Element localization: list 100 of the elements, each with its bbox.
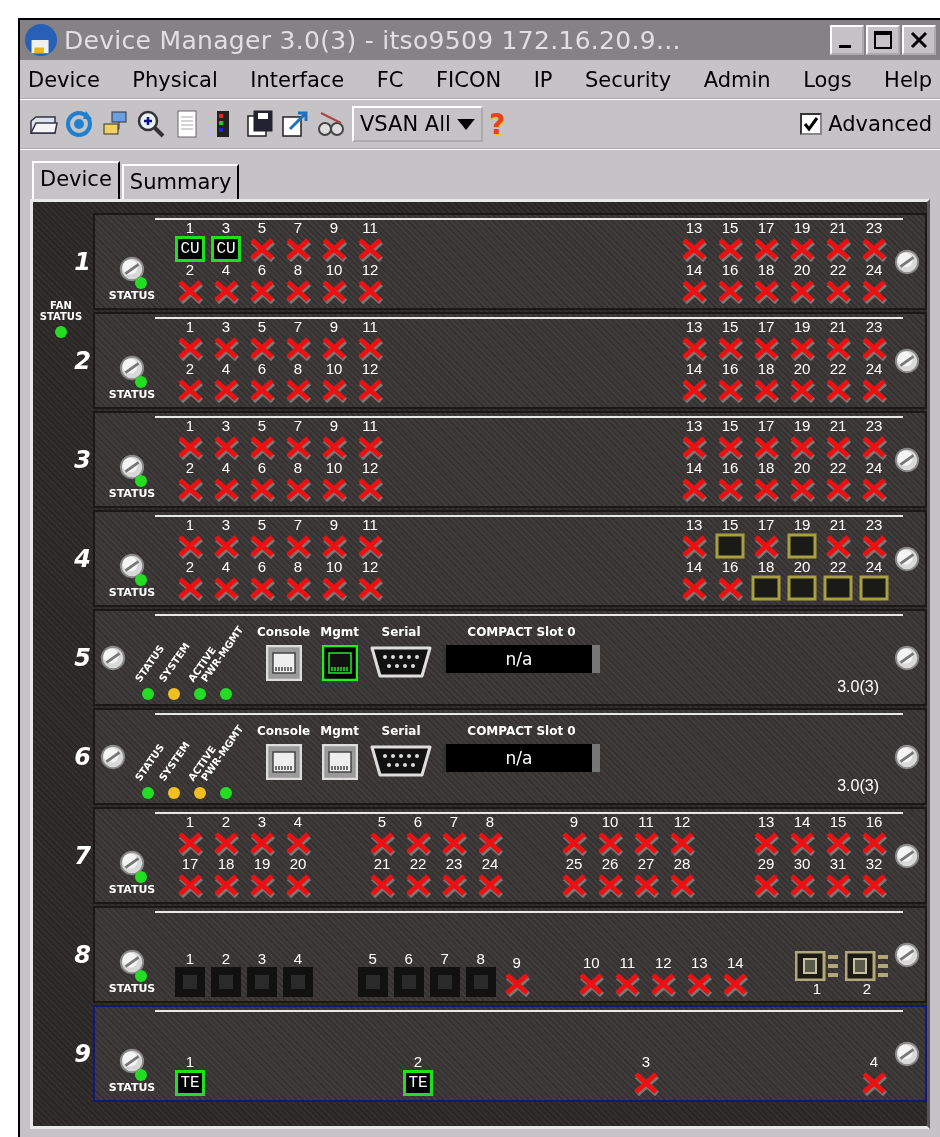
- port-down-x-icon[interactable]: [356, 434, 384, 460]
- port-down-x-icon[interactable]: [632, 872, 660, 898]
- menu-item[interactable]: Physical: [132, 68, 218, 92]
- port-down-x-icon[interactable]: [716, 278, 744, 304]
- port-down-x-icon[interactable]: [680, 377, 708, 403]
- port-down-x-icon[interactable]: [404, 872, 432, 898]
- port-down-x-icon[interactable]: [788, 278, 816, 304]
- port-down-x-icon[interactable]: [356, 335, 384, 361]
- port-down-x-icon[interactable]: [212, 278, 240, 304]
- port-down-x-icon[interactable]: [284, 278, 312, 304]
- port-down-x-icon[interactable]: [752, 476, 780, 502]
- port-down-x-icon[interactable]: [860, 476, 888, 502]
- port-down-x-icon[interactable]: [320, 377, 348, 403]
- maximize-button[interactable]: [866, 25, 900, 55]
- port-down-x-icon[interactable]: [824, 278, 852, 304]
- port-down-x-icon[interactable]: [632, 1070, 660, 1096]
- port-down-x-icon[interactable]: [788, 872, 816, 898]
- compact-flash-slot[interactable]: n/a: [443, 744, 600, 772]
- port-down-x-icon[interactable]: [680, 533, 708, 559]
- advanced-checkbox[interactable]: [800, 113, 823, 135]
- port-down-x-icon[interactable]: [212, 533, 240, 559]
- port-status-badge[interactable]: TE: [403, 1070, 433, 1096]
- port-down-x-icon[interactable]: [176, 575, 204, 601]
- port-down-x-icon[interactable]: [176, 476, 204, 502]
- port-down-x-icon[interactable]: [248, 377, 276, 403]
- port-down-x-icon[interactable]: [284, 236, 312, 262]
- port-down-x-icon[interactable]: [560, 830, 588, 856]
- tab[interactable]: Device: [32, 161, 120, 199]
- minimize-button[interactable]: [830, 25, 864, 55]
- port-down-x-icon[interactable]: [320, 278, 348, 304]
- port-down-x-icon[interactable]: [320, 575, 348, 601]
- vsan-dropdown[interactable]: VSAN All: [352, 106, 483, 142]
- module-card[interactable]: STATUS 1 TE 2 TE 3 4: [93, 1005, 927, 1102]
- port-down-x-icon[interactable]: [577, 971, 606, 997]
- port-down-x-icon[interactable]: [176, 434, 204, 460]
- port-down-x-icon[interactable]: [824, 377, 852, 403]
- port-down-x-icon[interactable]: [788, 434, 816, 460]
- port-down-x-icon[interactable]: [860, 1070, 888, 1096]
- port-down-x-icon[interactable]: [680, 434, 708, 460]
- port-down-x-icon[interactable]: [356, 476, 384, 502]
- port-down-x-icon[interactable]: [788, 335, 816, 361]
- menu-item[interactable]: IP: [533, 68, 553, 92]
- port-down-x-icon[interactable]: [176, 830, 204, 856]
- port-down-x-icon[interactable]: [476, 872, 504, 898]
- port-down-x-icon[interactable]: [368, 872, 396, 898]
- ethernet-port-icon[interactable]: [265, 645, 302, 681]
- empty-port-icon[interactable]: [859, 575, 889, 601]
- port-down-x-icon[interactable]: [404, 830, 432, 856]
- port-status-badge[interactable]: CU: [211, 236, 241, 262]
- port-down-x-icon[interactable]: [752, 872, 780, 898]
- port-down-x-icon[interactable]: [212, 434, 240, 460]
- port-down-x-icon[interactable]: [368, 830, 396, 856]
- port-down-x-icon[interactable]: [356, 533, 384, 559]
- glasses-icon[interactable]: [316, 109, 346, 139]
- port-down-x-icon[interactable]: [824, 434, 852, 460]
- module-card[interactable]: STATUS 1 2 3 4 5 6 7 8 9 10 11 12 13 14 1 2: [93, 906, 927, 1003]
- port-down-x-icon[interactable]: [788, 236, 816, 262]
- port-down-x-icon[interactable]: [716, 236, 744, 262]
- port-down-x-icon[interactable]: [788, 377, 816, 403]
- port-down-x-icon[interactable]: [212, 377, 240, 403]
- port-down-x-icon[interactable]: [668, 872, 696, 898]
- port-down-x-icon[interactable]: [680, 575, 708, 601]
- port-down-x-icon[interactable]: [596, 872, 624, 898]
- empty-port-icon[interactable]: [751, 575, 781, 601]
- port-down-x-icon[interactable]: [721, 971, 750, 997]
- port-down-x-icon[interactable]: [440, 830, 468, 856]
- port-down-x-icon[interactable]: [680, 236, 708, 262]
- port-down-x-icon[interactable]: [752, 533, 780, 559]
- save-icon[interactable]: [244, 109, 274, 139]
- menu-item[interactable]: Interface: [250, 68, 345, 92]
- port-down-x-icon[interactable]: [284, 434, 312, 460]
- module-card[interactable]: STATUS 1 3 5 7 9 11 2 4 6 8 10 12 13 15 17 19 21 23 14 16 18 20 22 24: [93, 312, 927, 409]
- port-down-x-icon[interactable]: [284, 872, 312, 898]
- port-down-x-icon[interactable]: [860, 236, 888, 262]
- port-down-x-icon[interactable]: [284, 533, 312, 559]
- empty-port-icon[interactable]: [715, 533, 745, 559]
- module-card[interactable]: STATUS 1 2 3 4 17 18 19 20 5 6 7 8 21 22 23 24 9 10 11 12 25 26 27 28 13 14 15 16 29 30 31 32: [93, 807, 927, 904]
- empty-port-icon[interactable]: [823, 575, 853, 601]
- port-down-x-icon[interactable]: [440, 872, 468, 898]
- port-down-x-icon[interactable]: [824, 872, 852, 898]
- menu-item[interactable]: Security: [585, 68, 672, 92]
- port-down-x-icon[interactable]: [716, 434, 744, 460]
- port-down-x-icon[interactable]: [752, 236, 780, 262]
- menu-item[interactable]: FICON: [436, 68, 502, 92]
- port-down-x-icon[interactable]: [284, 335, 312, 361]
- port-down-x-icon[interactable]: [248, 335, 276, 361]
- port-down-x-icon[interactable]: [212, 476, 240, 502]
- port-down-x-icon[interactable]: [752, 830, 780, 856]
- port-down-x-icon[interactable]: [860, 377, 888, 403]
- port-down-x-icon[interactable]: [788, 476, 816, 502]
- port-down-x-icon[interactable]: [212, 872, 240, 898]
- ethernet-port-icon[interactable]: [265, 744, 302, 780]
- menu-item[interactable]: Admin: [703, 68, 771, 92]
- gbic-port-icon[interactable]: [844, 951, 889, 981]
- port-down-x-icon[interactable]: [356, 575, 384, 601]
- port-down-x-icon[interactable]: [680, 278, 708, 304]
- port-down-x-icon[interactable]: [320, 236, 348, 262]
- empty-port-icon[interactable]: [787, 533, 817, 559]
- empty-port-icon[interactable]: [787, 575, 817, 601]
- port-down-x-icon[interactable]: [860, 335, 888, 361]
